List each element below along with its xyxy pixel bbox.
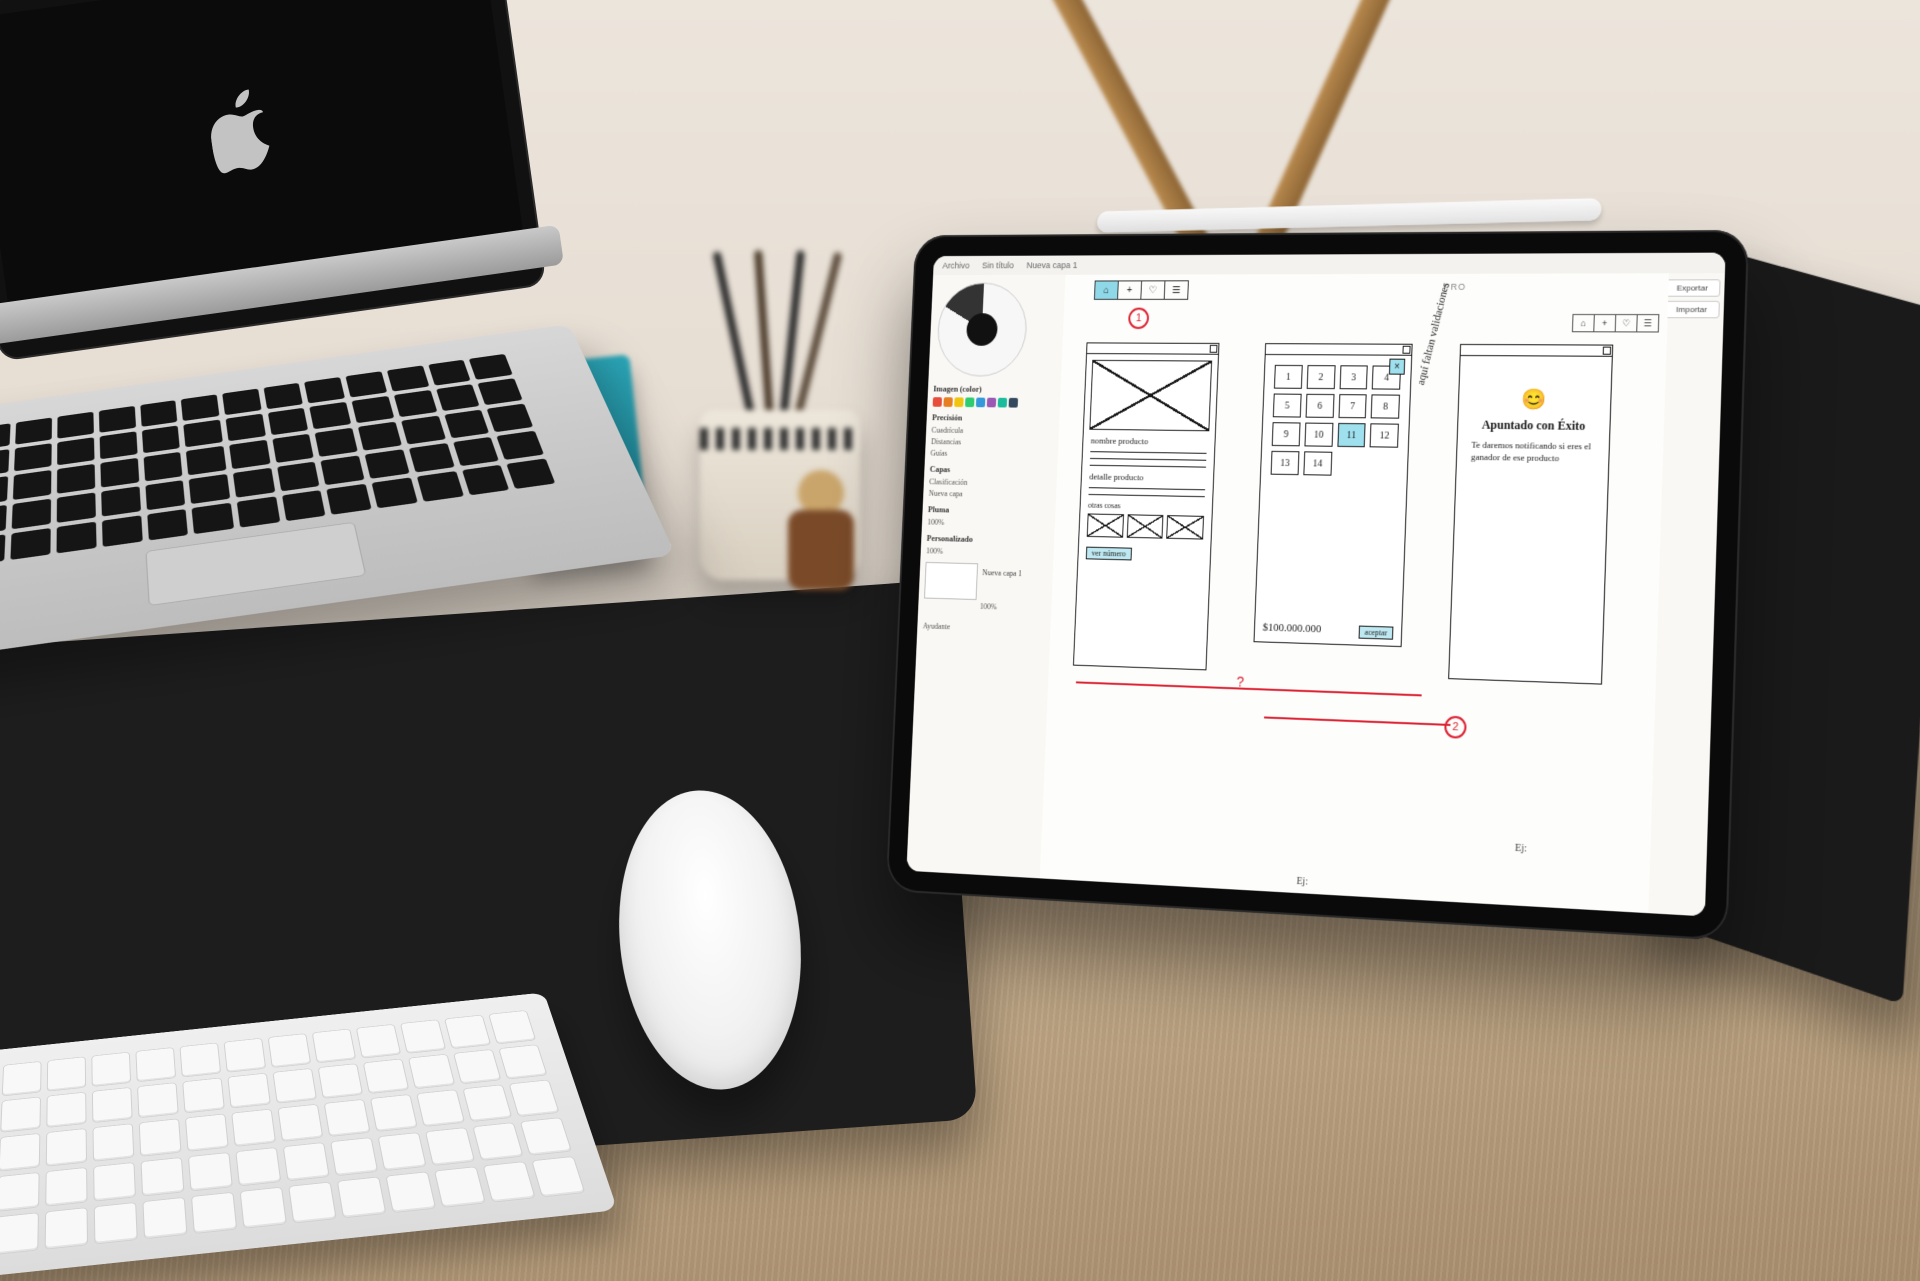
note-ej-2: Ej: bbox=[1296, 876, 1308, 888]
tablet: Archivo Sin título Nueva capa 1 Imagen (… bbox=[885, 230, 1766, 959]
layer-thumbnail[interactable]: Nueva capa 1 bbox=[924, 562, 978, 600]
drawing-canvas[interactable]: PRO ⌂ + ♡ ☰ 1 ⌂ + ♡ ☰ bbox=[1040, 273, 1669, 913]
keypad-key: 7 bbox=[1338, 394, 1367, 418]
menu-layer[interactable]: Nueva capa 1 bbox=[1026, 260, 1077, 270]
keypad-key: 14 bbox=[1303, 451, 1332, 475]
laptop bbox=[0, 0, 647, 737]
flow-step-1: 1 bbox=[1128, 308, 1149, 329]
color-wheel[interactable] bbox=[936, 283, 1029, 377]
keypad-key: 10 bbox=[1304, 423, 1333, 447]
row-custom[interactable]: 100% bbox=[926, 545, 1059, 560]
photo-scene: Archivo Sin título Nueva capa 1 Imagen (… bbox=[0, 0, 1920, 1281]
wf3-title: Apuntado con Éxito bbox=[1468, 417, 1600, 434]
import-button[interactable]: Importar bbox=[1663, 301, 1720, 318]
desk-figurine bbox=[760, 470, 880, 630]
tool-home-icon[interactable]: ⌂ bbox=[1095, 281, 1119, 298]
wireframe-success: 😊 Apuntado con Éxito Te daremos notifica… bbox=[1448, 344, 1613, 685]
wf3-body: Te daremos notificando si eres el ganado… bbox=[1471, 439, 1595, 465]
row-newlayer[interactable]: Nueva capa bbox=[929, 487, 1062, 501]
keypad-key: 11 bbox=[1337, 423, 1366, 447]
wireframe-toolbar: ⌂ + ♡ ☰ bbox=[1094, 280, 1189, 300]
tool2-add-icon[interactable]: + bbox=[1594, 315, 1616, 331]
wf2-cta: aceptar bbox=[1358, 626, 1393, 640]
wf1-title: nombre producto bbox=[1091, 436, 1208, 447]
keypad-key: 5 bbox=[1273, 394, 1302, 418]
keypad-key: 13 bbox=[1271, 451, 1300, 475]
flow-step-2: 2 bbox=[1444, 716, 1467, 739]
tool2-home-icon[interactable]: ⌂ bbox=[1573, 315, 1595, 331]
tool-add-icon[interactable]: + bbox=[1118, 281, 1142, 298]
keypad-key: 12 bbox=[1370, 423, 1399, 447]
color-swatches[interactable] bbox=[933, 397, 1066, 408]
wireframe-toolbar-2: ⌂ + ♡ ☰ bbox=[1572, 314, 1659, 333]
flow-arrow-1 bbox=[1076, 681, 1422, 696]
keypad-key: 6 bbox=[1305, 394, 1334, 418]
heading-custom: Personalizado bbox=[927, 533, 1060, 546]
wf2-close-icon: × bbox=[1389, 359, 1405, 375]
wf3-emoji-icon: 😊 bbox=[1459, 386, 1611, 413]
wireframe-keypad: × 1234567891011121314 $100.000.000 acept… bbox=[1253, 343, 1412, 647]
wf2-keypad: 1234567891011121314 bbox=[1271, 365, 1401, 477]
tool-like-icon[interactable]: ♡ bbox=[1141, 281, 1165, 299]
heading-layers: Capas bbox=[930, 464, 1063, 476]
footer-helper[interactable]: Ayudante bbox=[923, 620, 1057, 636]
layer-thumb-sub: 100% bbox=[980, 600, 1057, 614]
keypad-key: 1 bbox=[1274, 365, 1303, 389]
apple-logo-icon bbox=[205, 85, 288, 180]
export-button[interactable]: Exportar bbox=[1664, 279, 1721, 296]
wf1-section: otras cosas bbox=[1088, 501, 1205, 512]
row-brush[interactable]: 100% bbox=[927, 516, 1060, 531]
tool2-like-icon[interactable]: ♡ bbox=[1616, 315, 1638, 331]
flow-arrow-2 bbox=[1264, 716, 1451, 726]
menu-file[interactable]: Archivo bbox=[942, 261, 969, 271]
heading-brush: Pluma bbox=[928, 504, 1061, 516]
tool2-menu-icon[interactable]: ☰ bbox=[1637, 315, 1658, 331]
keypad-key: 9 bbox=[1272, 422, 1301, 446]
keypad-key: 3 bbox=[1339, 365, 1368, 389]
keypad-key: 2 bbox=[1306, 365, 1335, 389]
layer-thumb-label: Nueva capa 1 bbox=[982, 568, 1022, 578]
row-guides[interactable]: Guías bbox=[930, 447, 1063, 461]
heading-image: Imagen (color) bbox=[933, 384, 1066, 395]
wf1-cta: ver número bbox=[1086, 547, 1132, 561]
menu-doc[interactable]: Sin título bbox=[982, 261, 1014, 271]
wf1-hero-image bbox=[1089, 360, 1212, 431]
wf2-price: $100.000.000 bbox=[1262, 622, 1321, 636]
wireframe-product-detail: nombre producto detalle producto otras c… bbox=[1073, 342, 1219, 670]
heading-precision: Precisión bbox=[932, 412, 1065, 423]
note-ej-1: Ej: bbox=[1515, 843, 1527, 855]
wf1-subtitle: detalle producto bbox=[1089, 472, 1206, 484]
flow-question: ? bbox=[1236, 673, 1244, 689]
tool-menu-icon[interactable]: ☰ bbox=[1165, 281, 1188, 299]
wf1-related-thumbs bbox=[1087, 513, 1204, 539]
tablet-screen: Archivo Sin título Nueva capa 1 Imagen (… bbox=[906, 253, 1725, 917]
laptop-deck bbox=[0, 324, 676, 671]
annotation-validations: aquí faltan validaciones bbox=[1415, 282, 1452, 387]
keypad-key: 8 bbox=[1371, 394, 1400, 418]
